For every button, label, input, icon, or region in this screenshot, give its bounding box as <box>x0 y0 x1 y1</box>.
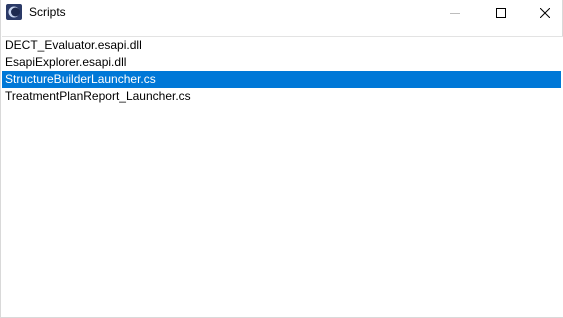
minimize-icon <box>450 8 460 18</box>
scripts-listbox[interactable]: DECT_Evaluator.esapi.dll EsapiExplorer.e… <box>2 36 563 317</box>
list-item-structure-builder-launcher[interactable]: StructureBuilderLauncher.cs <box>2 71 561 88</box>
close-icon <box>540 8 550 18</box>
minimize-button[interactable] <box>432 0 478 26</box>
list-item-treatment-plan-report-launcher[interactable]: TreatmentPlanReport_Launcher.cs <box>2 88 563 105</box>
title-bar[interactable]: Scripts <box>1 0 562 26</box>
eclipse-app-icon <box>6 4 22 20</box>
list-item-esapi-explorer[interactable]: EsapiExplorer.esapi.dll <box>2 54 563 71</box>
close-button[interactable] <box>522 0 563 26</box>
list-item-dect-evaluator[interactable]: DECT_Evaluator.esapi.dll <box>2 37 563 54</box>
scripts-window: Scripts DECT_Evaluator.esapi.dll EsapiEx… <box>0 0 563 318</box>
maximize-icon <box>496 8 506 18</box>
maximize-button[interactable] <box>478 0 524 26</box>
window-title: Scripts <box>29 5 66 19</box>
